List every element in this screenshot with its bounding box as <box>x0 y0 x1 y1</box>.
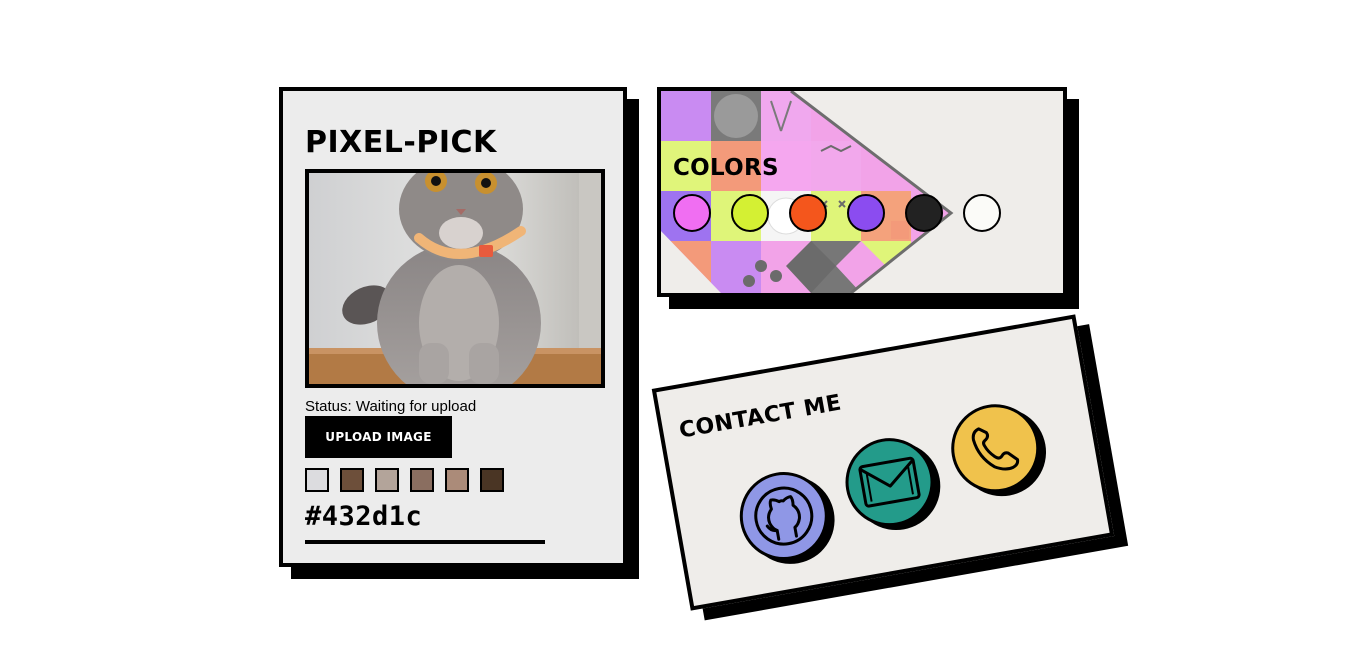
geometric-pattern <box>661 91 954 293</box>
mail-icon <box>858 456 921 508</box>
color-dot[interactable] <box>731 194 769 232</box>
color-dot[interactable] <box>673 194 711 232</box>
color-dot[interactable] <box>905 194 943 232</box>
phone-icon <box>971 427 1020 471</box>
github-icon <box>754 486 814 546</box>
palette-swatch[interactable] <box>480 468 504 492</box>
app-title: PIXEL-PICK <box>305 125 497 160</box>
palette-swatch[interactable] <box>340 468 364 492</box>
colors-heading: COLORS <box>673 155 779 181</box>
phone-button[interactable] <box>944 397 1047 500</box>
palette-swatch[interactable] <box>305 468 329 492</box>
email-button[interactable] <box>838 431 941 534</box>
contact-heading: CONTACT ME <box>677 390 844 444</box>
color-dot[interactable] <box>963 194 1001 232</box>
uploaded-image-preview[interactable] <box>305 169 605 388</box>
color-dot[interactable] <box>789 194 827 232</box>
color-dot[interactable] <box>847 194 885 232</box>
color-dots <box>673 194 1001 232</box>
github-button[interactable] <box>732 465 835 568</box>
upload-image-button[interactable]: UPLOAD IMAGE <box>305 416 452 458</box>
selected-hex-value: #432d1c <box>305 501 423 532</box>
palette-swatch[interactable] <box>410 468 434 492</box>
colors-card: COLORS <box>657 87 1067 297</box>
contact-card: CONTACT ME <box>651 314 1115 611</box>
cat-photo <box>309 173 601 384</box>
hex-underline <box>305 540 545 544</box>
pixel-pick-card: PIXEL-PICK Status: Waiting for upload UP… <box>279 87 627 567</box>
palette-swatch[interactable] <box>375 468 399 492</box>
contact-card-wrapper: CONTACT ME <box>651 314 1129 621</box>
palette-swatches <box>305 468 504 492</box>
upload-status: Status: Waiting for upload <box>305 398 477 415</box>
palette-swatch[interactable] <box>445 468 469 492</box>
